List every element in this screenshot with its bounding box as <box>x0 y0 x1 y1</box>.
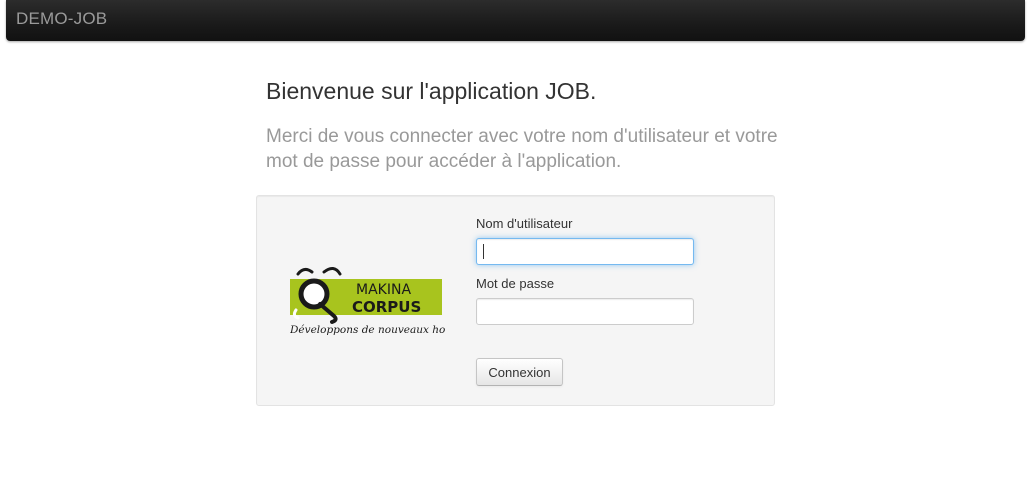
top-navbar: DEMO-JOB <box>6 0 1025 41</box>
login-panel: MAKINA CORPUS Développons de nouveaux ho… <box>256 195 775 406</box>
logo-tagline: Développons de nouveaux horizons <box>290 324 445 336</box>
page-title: Bienvenue sur l'application JOB. <box>266 78 597 104</box>
text-caret <box>483 244 484 259</box>
login-button[interactable]: Connexion <box>476 358 563 386</box>
logo-text-corpus: CORPUS <box>352 298 421 316</box>
logo-text-makina: MAKINA <box>356 282 411 298</box>
password-label: Mot de passe <box>476 276 555 291</box>
logo-emblem <box>298 278 330 310</box>
username-label: Nom d'utilisateur <box>476 216 573 231</box>
username-input[interactable] <box>476 238 694 265</box>
makina-corpus-logo: MAKINA CORPUS Développons de nouveaux ho… <box>290 267 445 336</box>
password-input[interactable] <box>476 298 694 325</box>
brand-link[interactable]: DEMO-JOB <box>16 9 107 29</box>
page-lead: Merci de vous connecter avec votre nom d… <box>266 126 778 172</box>
